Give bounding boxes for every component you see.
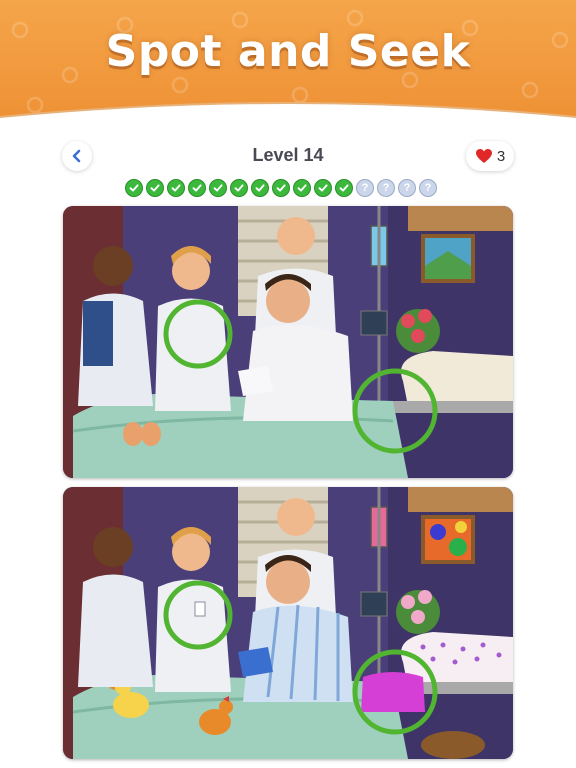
- check-icon: [171, 184, 181, 192]
- check-icon: [339, 184, 349, 192]
- level-title: Level 14: [252, 145, 324, 165]
- found-marker: [293, 179, 311, 197]
- chevron-left-icon: [72, 149, 81, 163]
- found-marker: [188, 179, 206, 197]
- unfound-marker: ?: [398, 179, 416, 197]
- question-icon: ?: [403, 182, 411, 194]
- found-marker: [335, 179, 353, 197]
- hospital-scene-altered: [63, 487, 513, 759]
- back-button[interactable]: [62, 141, 92, 171]
- unfound-marker: ?: [377, 179, 395, 197]
- found-marker: [251, 179, 269, 197]
- question-icon: ?: [361, 182, 369, 194]
- unfound-marker: ?: [419, 179, 437, 197]
- found-marker: [230, 179, 248, 197]
- check-icon: [255, 184, 265, 192]
- scene-panel-original[interactable]: [63, 206, 513, 478]
- differences-progress: ????: [125, 179, 437, 197]
- banner-curve: [0, 102, 576, 132]
- check-icon: [276, 184, 286, 192]
- hospital-scene-original: [63, 206, 513, 478]
- unfound-marker: ?: [356, 179, 374, 197]
- found-marker: [125, 179, 143, 197]
- check-icon: [213, 184, 223, 192]
- lives-count: 3: [496, 147, 506, 165]
- check-icon: [234, 184, 244, 192]
- question-icon: ?: [382, 182, 390, 194]
- heart-icon: [475, 149, 492, 163]
- check-icon: [192, 184, 202, 192]
- found-marker: [314, 179, 332, 197]
- check-icon: [129, 184, 139, 192]
- found-marker: [272, 179, 290, 197]
- scene-panel-altered[interactable]: [63, 487, 513, 759]
- game-title: Spot and Seek: [105, 26, 471, 77]
- check-icon: [318, 184, 328, 192]
- found-marker: [167, 179, 185, 197]
- question-icon: ?: [424, 182, 432, 194]
- found-marker: [209, 179, 227, 197]
- title-banner: Spot and Seek: [0, 0, 576, 132]
- found-marker: [146, 179, 164, 197]
- lives-counter: 3: [466, 141, 514, 171]
- check-icon: [150, 184, 160, 192]
- check-icon: [297, 184, 307, 192]
